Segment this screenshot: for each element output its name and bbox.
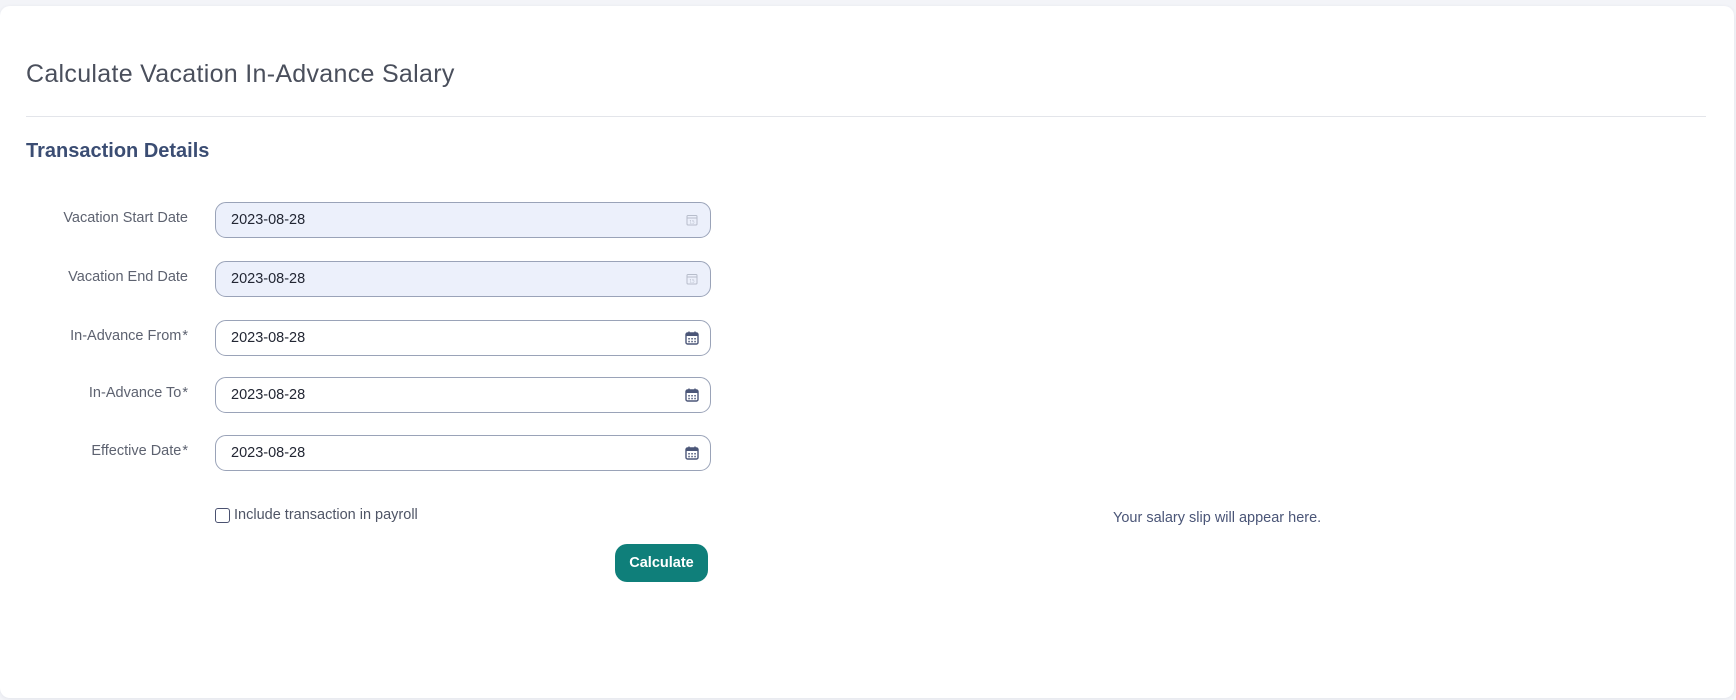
in-advance-to-row: In-Advance To* 2023-08-28 bbox=[0, 377, 720, 415]
effective-date-field[interactable]: 2023-08-28 bbox=[215, 435, 711, 471]
vacation-end-label: Vacation End Date bbox=[68, 269, 188, 285]
svg-text:15: 15 bbox=[689, 279, 695, 284]
effective-date-value[interactable]: 2023-08-28 bbox=[231, 445, 305, 461]
calculate-button[interactable]: Calculate bbox=[615, 544, 708, 582]
calendar-icon[interactable] bbox=[682, 328, 702, 348]
calendar-icon[interactable] bbox=[682, 443, 702, 463]
required-mark: * bbox=[182, 443, 188, 459]
vacation-end-value: 2023-08-28 bbox=[231, 271, 306, 287]
vacation-end-field: 2023-08-28 15 bbox=[215, 261, 711, 297]
in-advance-from-value[interactable]: 2023-08-28 bbox=[231, 330, 305, 346]
effective-date-row: Effective Date* 2023-08-28 bbox=[0, 435, 720, 473]
calendar-icon: 15 bbox=[686, 274, 698, 285]
required-mark: * bbox=[182, 385, 188, 401]
vacation-start-field: 2023-08-28 15 bbox=[215, 202, 711, 238]
required-mark: * bbox=[182, 328, 188, 344]
salary-slip-placeholder: Your salary slip will appear here. bbox=[1113, 510, 1322, 526]
main-card: Calculate Vacation In-Advance Salary Tra… bbox=[0, 6, 1734, 698]
page-title: Calculate Vacation In-Advance Salary bbox=[26, 60, 455, 88]
svg-text:15: 15 bbox=[689, 220, 695, 225]
vacation-start-label: Vacation Start Date bbox=[63, 210, 188, 226]
checkbox-box[interactable] bbox=[215, 508, 230, 523]
effective-date-label: Effective Date* bbox=[91, 443, 188, 459]
vacation-end-row: Vacation End Date 2023-08-28 15 bbox=[0, 261, 720, 299]
include-in-payroll-label[interactable]: Include transaction in payroll bbox=[234, 507, 418, 523]
in-advance-to-value[interactable]: 2023-08-28 bbox=[231, 387, 305, 403]
in-advance-from-row: In-Advance From* 2023-08-28 bbox=[0, 320, 720, 358]
calendar-icon[interactable] bbox=[682, 385, 702, 405]
in-advance-from-field[interactable]: 2023-08-28 bbox=[215, 320, 711, 356]
in-advance-to-field[interactable]: 2023-08-28 bbox=[215, 377, 711, 413]
vacation-start-row: Vacation Start Date 2023-08-28 15 bbox=[0, 202, 720, 240]
section-title: Transaction Details bbox=[26, 140, 210, 162]
calendar-icon: 15 bbox=[686, 215, 698, 226]
title-divider bbox=[26, 116, 1706, 117]
in-advance-to-label: In-Advance To* bbox=[88, 385, 188, 401]
vacation-start-value: 2023-08-28 bbox=[231, 212, 306, 228]
in-advance-from-label: In-Advance From* bbox=[70, 328, 188, 344]
